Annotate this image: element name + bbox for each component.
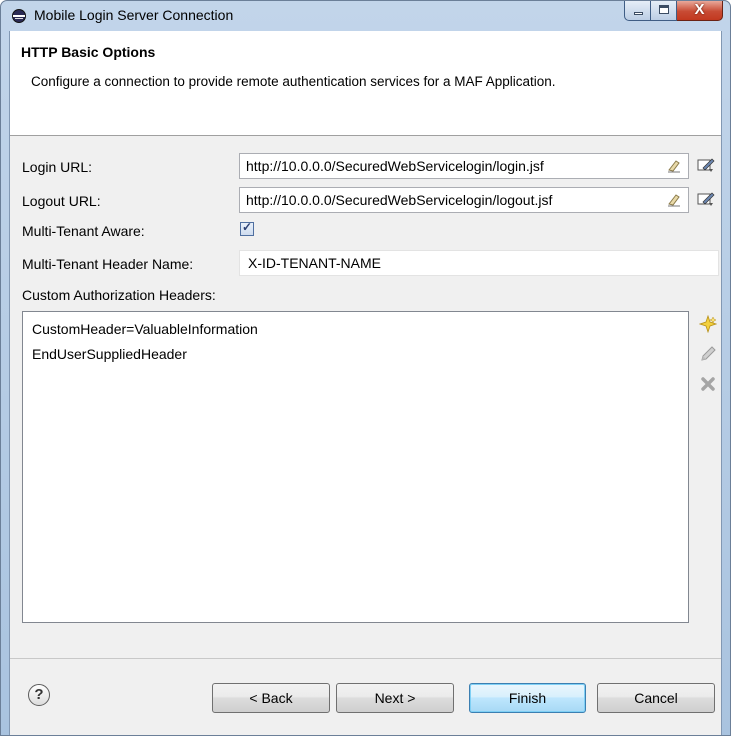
help-icon[interactable]: ? (28, 684, 50, 706)
edit-pencil-icon[interactable] (697, 191, 717, 207)
logout-url-label: Logout URL: (22, 193, 101, 209)
dialog-window: Mobile Login Server Connection X HTTP Ba… (0, 0, 731, 736)
add-icon[interactable] (699, 315, 717, 333)
close-icon[interactable]: X (677, 1, 723, 21)
page-description: Configure a connection to provide remote… (31, 74, 556, 89)
list-item[interactable]: CustomHeader=ValuableInformation (32, 321, 258, 337)
finish-button[interactable]: Finish (469, 683, 586, 713)
multi-tenant-header-field[interactable]: X-ID-TENANT-NAME (239, 250, 719, 276)
eclipse-app-icon (12, 9, 26, 23)
edit-pencil-icon[interactable] (697, 157, 717, 173)
login-url-field[interactable]: http://10.0.0.0/SecuredWebServicelogin/l… (239, 153, 689, 179)
title-bar[interactable]: Mobile Login Server Connection X (1, 1, 730, 31)
maximize-icon[interactable] (651, 1, 677, 21)
dialog-content: HTTP Basic Options Configure a connectio… (9, 31, 722, 735)
next-button[interactable]: Next > (336, 683, 454, 713)
multi-tenant-header-value: X-ID-TENANT-NAME (248, 255, 381, 271)
custom-headers-label: Custom Authorization Headers: (22, 287, 216, 303)
cancel-button[interactable]: Cancel (597, 683, 715, 713)
back-button[interactable]: < Back (212, 683, 330, 713)
login-url-value: http://10.0.0.0/SecuredWebServicelogin/l… (246, 158, 544, 174)
page-title: HTTP Basic Options (21, 44, 156, 60)
window-controls: X (624, 1, 723, 21)
logout-url-field[interactable]: http://10.0.0.0/SecuredWebServicelogin/l… (239, 187, 689, 213)
header-divider (10, 135, 721, 136)
list-item[interactable]: EndUserSuppliedHeader (32, 346, 187, 362)
wizard-header: HTTP Basic Options Configure a connectio… (10, 31, 721, 135)
multi-tenant-aware-label: Multi-Tenant Aware: (22, 223, 145, 239)
eraser-icon[interactable] (666, 158, 682, 174)
multi-tenant-aware-checkbox[interactable]: ✓ (240, 220, 254, 236)
close-glyph: X (694, 1, 705, 18)
pencil-icon (701, 346, 716, 361)
login-url-label: Login URL: (22, 159, 93, 175)
minimize-icon[interactable] (624, 1, 651, 21)
delete-x-icon (701, 377, 715, 391)
logout-url-value: http://10.0.0.0/SecuredWebServicelogin/l… (246, 192, 553, 208)
eraser-icon[interactable] (666, 192, 682, 208)
custom-headers-list[interactable]: CustomHeader=ValuableInformation EndUser… (22, 311, 689, 623)
checkmark-icon: ✓ (241, 220, 253, 234)
multi-tenant-header-label: Multi-Tenant Header Name: (22, 256, 194, 272)
window-title: Mobile Login Server Connection (34, 7, 234, 23)
footer-divider (10, 658, 721, 659)
